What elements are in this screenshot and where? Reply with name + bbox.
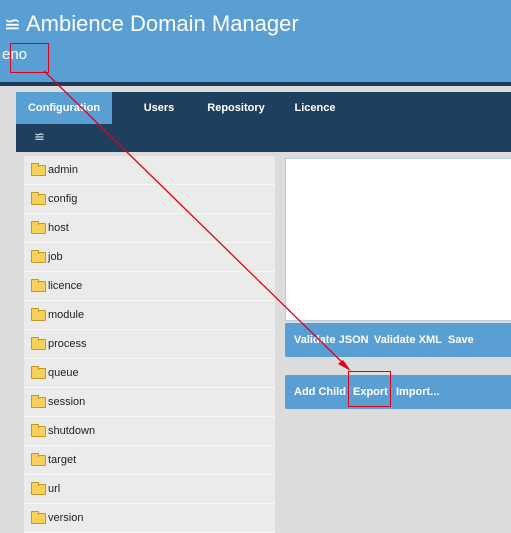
folder-icon [31, 337, 46, 350]
tree-item-label: host [48, 222, 69, 234]
app-title: ≌ Ambience Domain Manager [4, 9, 299, 39]
tree-item-label: licence [48, 280, 83, 292]
add-child-button[interactable]: Add Child [294, 375, 346, 409]
folder-icon [31, 221, 46, 234]
tree-item-shutdown[interactable]: shutdown [24, 417, 275, 446]
folder-icon [31, 482, 46, 495]
tree-item-label: module [48, 309, 85, 321]
folder-icon [31, 511, 46, 524]
folder-icon [31, 453, 46, 466]
tab-repository[interactable]: Repository [198, 92, 274, 124]
folder-icon [31, 366, 46, 379]
folder-icon [31, 395, 46, 408]
validate-json-button[interactable]: Validate JSON [294, 323, 369, 357]
tree-item-url[interactable]: url [24, 475, 275, 504]
tree-item-session[interactable]: session [24, 388, 275, 417]
tree-item-version[interactable]: version [24, 504, 275, 533]
domain-tree: admin config host job licence module pro… [24, 156, 275, 533]
app-title-text: Ambience Domain Manager [26, 11, 299, 36]
tab-licence[interactable]: Licence [287, 92, 343, 124]
folder-icon [31, 279, 46, 292]
tree-item-label: url [48, 483, 61, 495]
tree-item-label: job [48, 251, 63, 263]
folder-icon [31, 192, 46, 205]
save-button[interactable]: Save [448, 323, 474, 357]
menu-icon[interactable]: ≌ [34, 129, 45, 145]
tree-item-label: target [48, 454, 77, 466]
app-header: ≌ Ambience Domain Manager eno [0, 0, 511, 82]
tree-item-admin[interactable]: admin [24, 156, 275, 185]
folder-icon [31, 308, 46, 321]
validate-xml-button[interactable]: Validate XML [374, 323, 442, 357]
toolbar: ≌ [16, 124, 511, 152]
tree-item-label: config [48, 193, 78, 205]
tree-item-config[interactable]: config [24, 185, 275, 214]
config-editor[interactable] [285, 158, 511, 321]
tab-configuration[interactable]: Configuration [16, 92, 112, 124]
folder-icon [31, 424, 46, 437]
tree-item-licence[interactable]: licence [24, 272, 275, 301]
tree-item-label: shutdown [48, 425, 96, 437]
tree-item-module[interactable]: module [24, 301, 275, 330]
tab-users[interactable]: Users [133, 92, 185, 124]
domain-name: eno [2, 46, 28, 63]
folder-icon [31, 250, 46, 263]
tree-item-label: version [48, 512, 84, 524]
hamburger-icon[interactable]: ≌ [4, 10, 26, 40]
tree-item-host[interactable]: host [24, 214, 275, 243]
folder-icon [31, 163, 46, 176]
tree-item-label: session [48, 396, 86, 408]
node-actions-bar: Add Child Export Import... [285, 375, 511, 409]
tree-item-target[interactable]: target [24, 446, 275, 475]
import-button[interactable]: Import... [396, 375, 439, 409]
export-button[interactable]: Export [353, 375, 388, 409]
tab-bar: Configuration Users Repository Licence [16, 92, 511, 124]
tree-item-label: admin [48, 164, 78, 176]
tree-item-queue[interactable]: queue [24, 359, 275, 388]
validate-bar: Validate JSON Validate XML Save [285, 323, 511, 357]
tree-item-label: queue [48, 367, 79, 379]
tree-item-job[interactable]: job [24, 243, 275, 272]
tree-item-label: process [48, 338, 87, 350]
tree-item-process[interactable]: process [24, 330, 275, 359]
